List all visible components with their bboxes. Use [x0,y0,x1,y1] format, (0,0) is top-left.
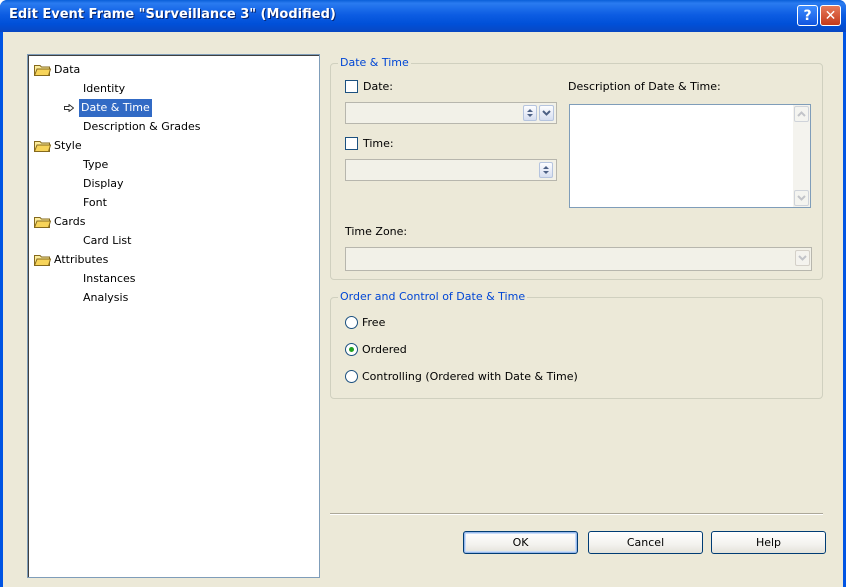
chevron-up-icon [797,111,806,117]
radio-ordered[interactable] [345,343,358,356]
spin-arrows-icon [527,109,533,117]
date-time-group: Date & Time Date: Time: Description of D… [330,56,823,280]
time-checkbox[interactable] [345,137,358,150]
time-input[interactable] [345,159,557,181]
dialog-window: Edit Event Frame "Surveillance 3" (Modif… [0,0,846,587]
radio-controlling[interactable] [345,370,358,383]
dialog-body: Data Identity Date & Time Description & … [3,32,843,587]
radio-ordered-label: Ordered [362,343,407,356]
button-separator [330,513,823,515]
timezone-select[interactable] [345,247,812,271]
radio-selected-dot [349,347,354,352]
tree-item-label: Font [83,196,107,209]
order-control-group-title: Order and Control of Date & Time [338,290,528,303]
tree-group-label: Style [54,139,82,152]
window-title: Edit Event Frame "Surveillance 3" (Modif… [9,7,336,22]
tree-item-label: Display [83,177,124,190]
folder-open-icon [34,217,51,228]
tree-group-cards[interactable]: Cards [34,213,234,231]
tree-item-label: Instances [83,272,136,285]
help-icon[interactable]: ? [797,5,818,26]
scroll-down-button[interactable] [794,190,809,206]
close-icon[interactable]: ✕ [820,5,841,26]
help-button[interactable]: Help [711,531,826,554]
description-scrollbar[interactable] [793,105,810,207]
tree-group-label: Cards [54,215,86,228]
tree-item-date-time[interactable]: Date & Time [64,99,214,117]
order-control-group: Order and Control of Date & Time Free Or… [330,290,823,399]
description-textarea[interactable] [569,104,811,208]
timezone-dropdown-button[interactable] [795,250,810,266]
arrow-right-icon [64,104,74,112]
tree-group-label: Attributes [54,253,109,266]
folder-open-icon [34,255,51,266]
date-dropdown-button[interactable] [539,105,554,121]
chevron-down-icon [798,255,807,261]
tree-item-label: Date & Time [79,99,152,117]
tree-item-label: Type [83,158,109,171]
folder-open-icon [34,141,51,152]
date-checkbox[interactable] [345,80,358,93]
date-spinner[interactable] [523,105,537,121]
tree-group-attributes[interactable]: Attributes [34,251,234,269]
timezone-label: Time Zone: [345,225,408,238]
cancel-button[interactable]: Cancel [588,531,703,554]
ok-button[interactable]: OK [463,531,578,554]
date-label: Date: [363,80,393,93]
radio-free[interactable] [345,316,358,329]
chevron-down-icon [797,195,806,201]
description-label: Description of Date & Time: [568,80,721,93]
tree-group-data[interactable]: Data [34,61,234,79]
folder-open-icon [34,65,51,76]
tree-item-label: Identity [83,82,126,95]
title-bar[interactable]: Edit Event Frame "Surveillance 3" (Modif… [0,0,846,32]
scroll-up-button[interactable] [794,106,809,122]
time-spinner[interactable] [539,162,553,178]
radio-controlling-label: Controlling (Ordered with Date & Time) [362,370,578,383]
tree-item-label: Card List [83,234,132,247]
tree-item-label: Analysis [83,291,129,304]
navigation-tree[interactable]: Data Identity Date & Time Description & … [27,54,320,578]
chevron-down-icon [542,110,551,116]
tree-group-style[interactable]: Style [34,137,234,155]
tree-group-label: Data [54,63,81,76]
spin-arrows-icon [543,166,549,174]
time-label: Time: [363,137,394,150]
tree-item-label: Description & Grades [83,120,201,133]
radio-free-label: Free [362,316,386,329]
date-time-group-title: Date & Time [338,56,411,69]
